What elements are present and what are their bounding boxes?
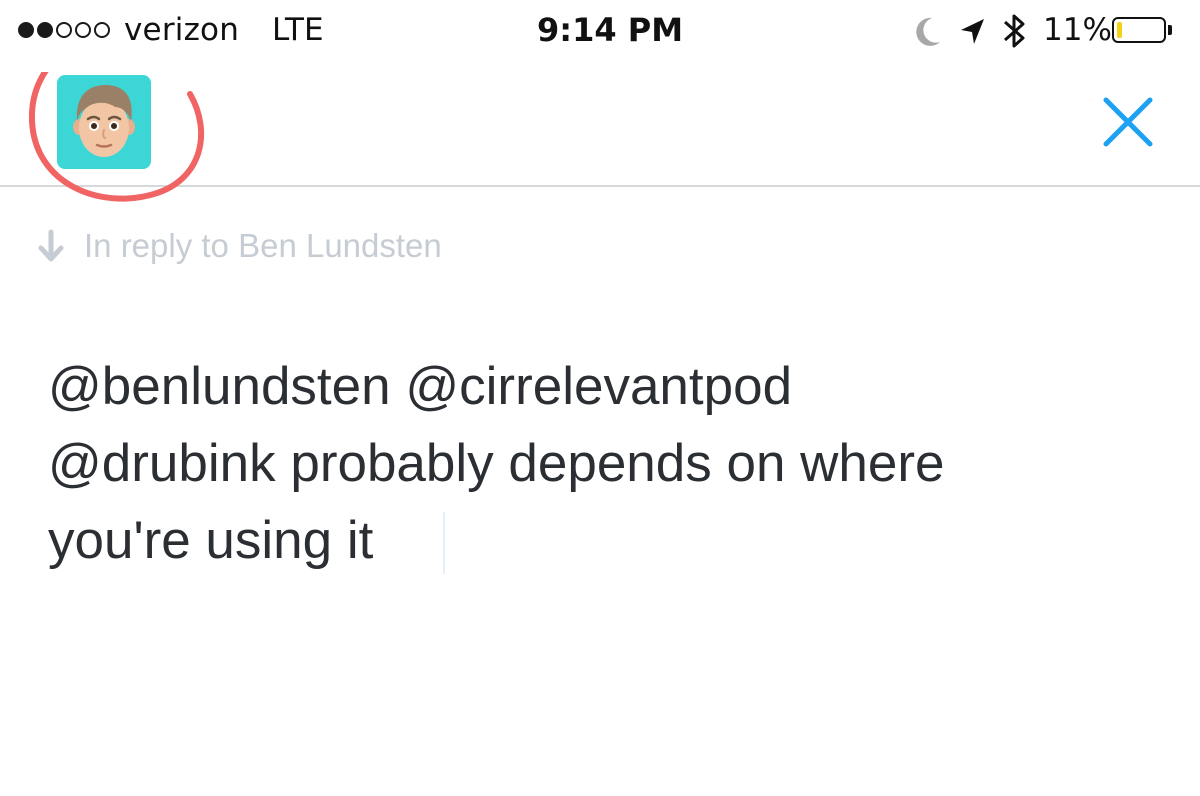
close-button[interactable] (1098, 92, 1158, 152)
bluetooth-icon (1004, 14, 1025, 48)
tweet-text-line: @benlundsten @cirrelevantpod (48, 357, 793, 416)
compose-header (0, 62, 1200, 202)
network-type: LTE (272, 12, 324, 48)
in-reply-to: In reply to Ben Lundsten (36, 222, 442, 270)
battery-cap (1168, 25, 1172, 35)
tweet-text-line: @drubink probably depends on where (48, 434, 945, 493)
arrow-down-icon (38, 229, 64, 262)
tweet-text-input[interactable]: @benlundsten @cirrelevantpod @drubink pr… (48, 348, 1158, 578)
memoji-avatar-icon[interactable] (57, 75, 151, 169)
battery-level (1117, 22, 1122, 38)
status-time: 9:14 PM (537, 11, 684, 49)
text-caret (443, 512, 445, 574)
status-bar: verizon LTE 9:14 PM 11% (0, 0, 1200, 62)
battery-icon (1112, 17, 1166, 43)
location-arrow-icon (961, 19, 984, 44)
tweet-text-line: you're using it (48, 511, 374, 570)
compose-tweet-screen: verizon LTE 9:14 PM 11% In reply to Ben … (0, 0, 1200, 796)
in-reply-to-text: In reply to Ben Lundsten (84, 227, 442, 264)
signal-strength-icon (18, 22, 110, 38)
moon-icon (916, 17, 940, 46)
close-icon (1103, 97, 1153, 147)
carrier-name: verizon (124, 12, 240, 48)
battery-percent: 11% (1043, 12, 1112, 48)
